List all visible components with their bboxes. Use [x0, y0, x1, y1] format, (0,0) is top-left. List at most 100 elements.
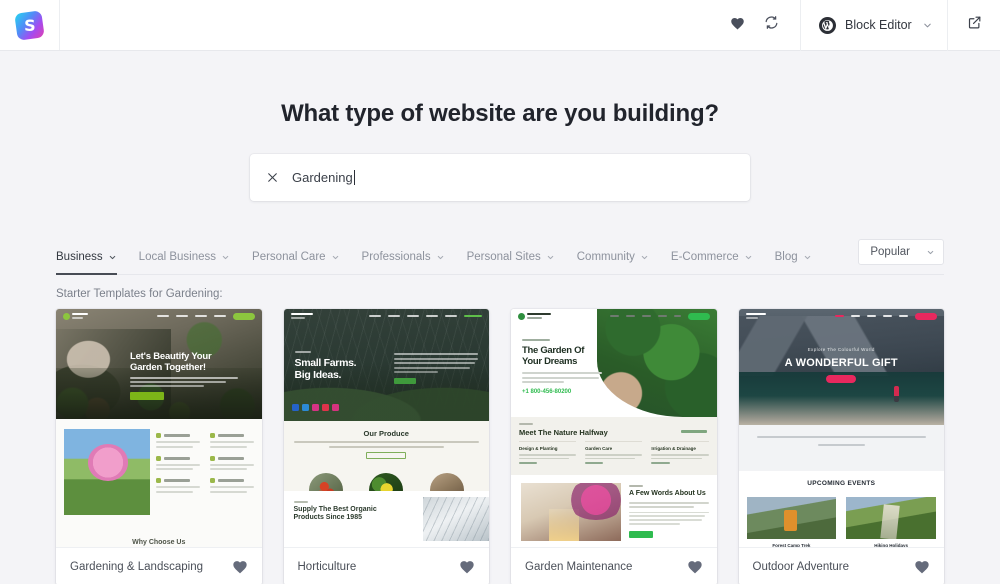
preview-feature	[156, 433, 200, 448]
preview-column-title: Garden Care	[585, 446, 613, 451]
brand-dot	[518, 312, 525, 320]
chevron-down-icon	[331, 253, 340, 262]
chevron-down-icon	[922, 20, 933, 31]
preview-nav-links	[156, 312, 255, 320]
tab-professionals[interactable]: Professionals	[362, 251, 457, 274]
tab-business[interactable]: Business	[56, 251, 129, 275]
preview-section-heading: Why Choose Us	[132, 539, 186, 546]
preview-navbar	[56, 309, 262, 323]
tab-label: Personal Care	[252, 251, 326, 263]
heart-icon[interactable]	[459, 559, 475, 574]
preview-brand	[63, 312, 88, 320]
preview-event-title: Forest Camp Trek	[772, 543, 811, 547]
preview-about-cta	[629, 530, 653, 538]
preview-hero-heading: Let's Beautify Your Garden Together!	[130, 351, 212, 373]
template-grid: Let's Beautify Your Garden Together! Why…	[56, 309, 944, 584]
preview-events-section: UPCOMING EVENTS Forest Camp Trek Hiking …	[738, 471, 944, 547]
preview-hero: Small Farms. Big Ideas.	[283, 309, 489, 421]
heart-icon[interactable]	[687, 559, 703, 574]
category-tabs: Business Local Business Personal Care Pr…	[56, 251, 858, 275]
preview-navbar	[511, 309, 717, 323]
preview-hero-heading: Small Farms. Big Ideas.	[294, 357, 357, 381]
editor-selector[interactable]: Block Editor	[800, 0, 948, 51]
tab-personal-sites[interactable]: Personal Sites	[467, 251, 567, 274]
tab-label: Local Business	[138, 251, 217, 263]
preview-hero-figure	[893, 385, 899, 402]
preview-about-image	[521, 483, 621, 541]
logo-cell[interactable]: S	[0, 0, 60, 50]
template-preview[interactable]: Let's Beautify Your Garden Together! Why…	[56, 309, 262, 547]
preview-hero-heading: A WONDERFUL GIFT	[784, 357, 898, 369]
preview-event-image	[746, 497, 837, 539]
search-input[interactable]: Gardening	[250, 154, 750, 201]
sort-label: Popular	[870, 246, 910, 258]
results-label: Starter Templates for Gardening:	[56, 288, 223, 300]
card-title: Outdoor Adventure	[752, 560, 850, 573]
chevron-down-icon	[803, 253, 812, 262]
tab-label: Community	[576, 251, 635, 263]
text-caret	[353, 170, 355, 185]
sync-button[interactable]	[754, 0, 788, 51]
preview-nav-cta	[687, 312, 710, 320]
preview-hero: Explore The Colourful World A WONDERFUL …	[738, 309, 945, 425]
preview-hero-sub	[130, 377, 242, 387]
brand-dot	[63, 312, 70, 320]
card-footer: Outdoor Adventure	[738, 547, 944, 584]
chevron-down-icon	[546, 253, 555, 262]
preview-column-title: Irrigation & Drainage	[651, 446, 696, 451]
preview-hero-foliage	[597, 309, 717, 417]
favorites-button[interactable]	[720, 0, 754, 51]
close-icon[interactable]	[266, 171, 279, 184]
preview-nav-links	[369, 314, 482, 318]
sort-select[interactable]: Popular	[858, 239, 944, 265]
preview-feature	[156, 478, 200, 493]
search-wrapper: Gardening	[250, 154, 750, 201]
card-title: Garden Maintenance	[525, 560, 633, 573]
refresh-icon	[764, 15, 779, 35]
mini-site-horticulture: Small Farms. Big Ideas. Our Produce Supp…	[283, 309, 489, 547]
preview-nav-links	[835, 312, 937, 320]
template-card[interactable]: Small Farms. Big Ideas. Our Produce Supp…	[283, 309, 489, 584]
preview-body: Our Produce Vegetables	[283, 421, 489, 547]
editor-label: Block Editor	[845, 18, 912, 32]
starter-templates-logo[interactable]: S	[14, 9, 45, 41]
tab-community[interactable]: Community	[577, 251, 661, 274]
card-footer: Horticulture	[283, 547, 489, 584]
search-value-wrapper: Gardening	[292, 170, 355, 185]
preview-photo	[64, 429, 150, 515]
preview-feature	[156, 455, 200, 470]
preview-hero: The Garden Of Your Dreams +1 800-456-802…	[511, 309, 717, 417]
template-preview[interactable]: Small Farms. Big Ideas. Our Produce Supp…	[283, 309, 489, 547]
card-title: Horticulture	[297, 560, 357, 573]
tab-e-commerce[interactable]: E-Commerce	[671, 251, 765, 274]
heart-icon[interactable]	[232, 559, 248, 574]
tab-label: E-Commerce	[670, 251, 739, 263]
mini-site-outdoor-adventure: Explore The Colourful World A WONDERFUL …	[738, 309, 945, 547]
mini-site-garden-maintenance: The Garden Of Your Dreams +1 800-456-802…	[511, 309, 717, 547]
preview-section-heading: UPCOMING EVENTS	[807, 480, 876, 487]
tab-local-business[interactable]: Local Business	[139, 251, 242, 274]
template-card[interactable]: The Garden Of Your Dreams +1 800-456-802…	[511, 309, 717, 584]
card-footer: Gardening & Landscaping	[56, 547, 262, 584]
preview-about-heading: A Few Words About Us	[629, 490, 706, 497]
template-card[interactable]: Explore The Colourful World A WONDERFUL …	[738, 309, 945, 584]
preview-hero-paragraph	[394, 353, 478, 384]
preview-brand	[518, 312, 551, 320]
preview-hero-eyebrow: Explore The Colourful World	[807, 347, 875, 352]
preview-nav-cta	[232, 312, 255, 320]
logo-glyph: S	[23, 15, 36, 34]
tab-label: Personal Sites	[466, 251, 541, 263]
template-preview[interactable]: The Garden Of Your Dreams +1 800-456-802…	[511, 309, 717, 547]
card-footer: Garden Maintenance	[511, 547, 717, 584]
template-preview[interactable]: Explore The Colourful World A WONDERFUL …	[738, 309, 945, 547]
preview-column: Design & Planting	[519, 441, 577, 465]
tab-personal-care[interactable]: Personal Care	[252, 251, 352, 274]
heart-icon[interactable]	[914, 559, 930, 574]
preview-hero-text: Explore The Colourful World A WONDERFUL …	[739, 347, 945, 383]
chevron-down-icon	[744, 253, 753, 262]
open-external-button[interactable]	[948, 0, 1000, 51]
preview-about-text: A Few Words About Us	[629, 485, 709, 538]
template-card[interactable]: Let's Beautify Your Garden Together! Why…	[56, 309, 262, 584]
preview-column: Irrigation & Drainage	[651, 441, 709, 465]
tab-blog[interactable]: Blog	[775, 251, 824, 274]
